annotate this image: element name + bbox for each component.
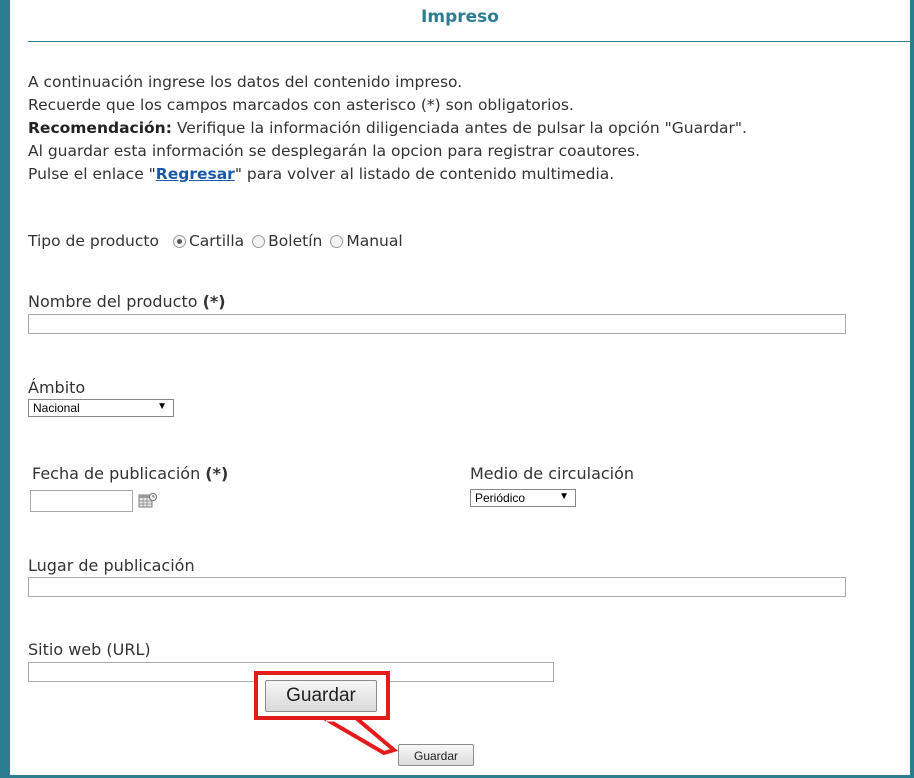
radio-manual-button[interactable] [330, 234, 344, 248]
tipo-producto-row: Tipo de producto Cartilla Boletín Manual [28, 232, 403, 250]
lugar-publicacion-input[interactable] [28, 577, 846, 597]
radio-cartilla-button[interactable] [172, 234, 186, 248]
guardar-zoom-button: Guardar [265, 680, 377, 712]
title-divider [28, 41, 910, 42]
radio-boletin-label: Boletín [268, 232, 323, 250]
radio-manual[interactable]: Manual [330, 232, 403, 250]
instruction-line-4: Al guardar esta información se desplegar… [28, 142, 641, 160]
nombre-producto-label: Nombre del producto (*) [28, 292, 226, 311]
tipo-producto-label: Tipo de producto [28, 232, 159, 250]
radio-boletin-button[interactable] [252, 234, 266, 248]
calendar-icon[interactable] [138, 492, 158, 508]
required-mark: (*) [202, 292, 226, 311]
medio-circulacion-select[interactable]: Periódico ▼ [470, 489, 576, 507]
lugar-publicacion-label: Lugar de publicación [28, 556, 195, 575]
fecha-publicacion-input[interactable] [30, 490, 133, 512]
ambito-selected-value: Nacional [33, 401, 80, 415]
ambito-select[interactable]: Nacional ▼ [28, 399, 174, 417]
link-suffix: " para volver al listado de contenido mu… [234, 165, 615, 183]
instruction-line-3: Recomendación: Verifique la información … [28, 117, 747, 140]
radio-manual-label: Manual [346, 232, 403, 250]
required-mark: (*) [205, 464, 229, 483]
instruction-line-5: Pulse el enlace "Regresar" para volver a… [28, 163, 747, 186]
instructions: A continuación ingrese los datos del con… [28, 71, 747, 186]
radio-cartilla-label: Cartilla [188, 232, 245, 250]
recommendation-label: Recomendación: [28, 119, 172, 137]
nombre-label-text: Nombre del producto [28, 292, 198, 311]
nombre-producto-input[interactable] [28, 314, 846, 334]
link-prefix: Pulse el enlace " [28, 165, 156, 183]
frame-left-border [0, 0, 10, 778]
chevron-down-icon: ▼ [559, 491, 569, 502]
frame-right-border [910, 0, 914, 778]
medio-circulacion-label: Medio de circulación [470, 464, 635, 483]
fecha-label-text: Fecha de publicación [32, 464, 201, 483]
radio-boletin[interactable]: Boletín [252, 232, 322, 250]
sitio-web-label: Sitio web (URL) [28, 640, 151, 659]
chevron-down-icon: ▼ [157, 401, 167, 412]
medio-selected-value: Periódico [475, 491, 526, 505]
guardar-callout-highlight: Guardar [254, 671, 390, 720]
radio-cartilla[interactable]: Cartilla [172, 232, 245, 250]
instruction-line-1: A continuación ingrese los datos del con… [28, 73, 463, 91]
instruction-line-2: Recuerde que los campos marcados con ast… [28, 96, 574, 114]
page-title: Impreso [421, 7, 499, 27]
regresar-link[interactable]: Regresar [156, 165, 235, 183]
ambito-label: Ámbito [28, 378, 86, 397]
recommendation-text: Verifique la información diligenciada an… [171, 119, 747, 137]
guardar-button[interactable]: Guardar [398, 744, 474, 766]
fecha-publicacion-label: Fecha de publicación (*) [32, 464, 228, 483]
